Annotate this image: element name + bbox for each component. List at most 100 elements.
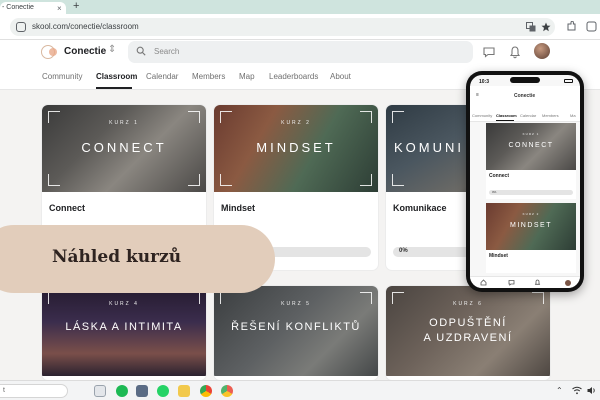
folder-icon[interactable] [178,385,190,397]
phone-active-tab-indicator [496,120,514,121]
tab-community[interactable]: Community [42,72,82,81]
home-icon[interactable] [480,279,487,286]
course-title: Komunikace [393,203,447,213]
course-cover-title: LÁSKA A INTIMITA [65,321,183,333]
phone-screen: 10:3 ≡ Conectie Community Classroom Cale… [470,75,580,288]
star-icon[interactable] [541,22,551,32]
course-cover-title: ODPUŠTĚNÍ [429,317,507,329]
phone-tab-classroom[interactable]: Classroom [496,113,517,118]
course-cover-subtitle: A UZDRAVENÍ [423,332,513,344]
group-logo[interactable] [40,44,60,60]
search-icon [136,46,146,56]
course-cover: KURZ 1 CONNECT [42,105,206,192]
profile-icon[interactable] [586,21,597,32]
taskbar-search-text: t [3,387,5,394]
tab-classroom[interactable]: Classroom [96,72,137,81]
phone-mockup: 10:3 ≡ Conectie Community Classroom Cale… [466,71,584,292]
course-title: Mindset [221,203,256,213]
course-card-laska[interactable]: KURZ 4 LÁSKA A INTIMITA [42,286,206,380]
phone-tab-members[interactable]: Members [542,113,559,118]
phone-tab-calendar[interactable]: Calendar [520,113,536,118]
phone-course-number: KURZ 2 [522,212,540,216]
camera-icon[interactable] [136,385,148,397]
phone-course-cover-title: MINDSET [510,222,552,229]
browser-tab[interactable]: - Conectie × [0,2,66,14]
phone-progress-label: 0% [492,190,497,194]
address-bar[interactable]: skool.com/conectie/classroom [10,18,555,36]
phone-course-number: KURZ 1 [522,132,540,136]
phone-header: ≡ Conectie Community Classroom Calendar … [470,86,580,122]
wifi-icon[interactable] [572,386,582,395]
translate-icon[interactable] [526,22,536,32]
new-tab-icon[interactable]: + [73,0,79,12]
course-cover-title: ŘEŠENÍ KONFLIKTŮ [231,321,361,333]
group-name[interactable]: Conectie [64,46,106,57]
course-cover: KURZ 5 ŘEŠENÍ KONFLIKTŮ [214,286,378,376]
whatsapp-icon[interactable] [157,385,169,397]
phone-course-cover-title: CONNECT [508,142,554,149]
phone-progress-bar: 0% [489,190,573,195]
taskbar: t ⌃ [0,380,600,400]
course-cover: KURZ 6 ODPUŠTĚNÍ A UZDRAVENÍ [386,286,550,376]
preview-label: Náhled kurzů [52,247,182,267]
site-info-icon[interactable] [16,22,26,32]
chat-icon[interactable] [482,45,496,59]
phone-notch [510,77,540,83]
phone-tab-map[interactable]: Ma [570,113,576,118]
tab-about[interactable]: About [330,72,351,81]
tab-calendar[interactable]: Calendar [146,72,178,81]
phone-course-card-connect[interactable]: KURZ 1 CONNECT Connect 0% [486,123,576,199]
tab-members[interactable]: Members [192,72,225,81]
spotify-icon[interactable] [116,385,128,397]
cover-frame-corner [188,174,200,186]
taskbar-search[interactable]: t [0,384,68,398]
chrome-icon[interactable] [200,385,212,397]
course-cover: KURZ 2 MINDSET [214,105,378,192]
browser-toolbar: skool.com/conectie/classroom [0,14,600,40]
course-number: KURZ 6 [453,301,483,307]
search-input[interactable]: Search [128,41,473,63]
course-title: Connect [49,203,85,213]
phone-avatar[interactable] [565,280,571,286]
course-number: KURZ 2 [281,120,311,126]
battery-icon [564,79,573,83]
course-card-odpusteni[interactable]: KURZ 6 ODPUŠTĚNÍ A UZDRAVENÍ [386,286,550,380]
logo-dot [49,48,57,56]
url-text: skool.com/conectie/classroom [32,22,139,31]
phone-course-cover: KURZ 1 CONNECT [486,123,576,170]
tab-title: - Conectie [2,4,34,11]
search-placeholder: Search [154,47,180,56]
extensions-icon[interactable] [566,21,577,32]
course-cover: KURZ 4 LÁSKA A INTIMITA [42,286,206,376]
cover-frame-corner [48,174,60,186]
avatar[interactable] [534,43,550,59]
cover-frame-corner [392,111,404,123]
phone-tab-community[interactable]: Community [472,113,492,118]
phone-group-name[interactable]: Conectie [514,93,535,99]
progress-label: 0% [399,248,408,254]
menu-icon[interactable]: ≡ [476,92,479,98]
phone-bell-icon[interactable] [534,279,541,286]
tab-map[interactable]: Map [239,72,255,81]
phone-chat-icon[interactable] [508,279,515,286]
cover-frame-corner [220,174,232,186]
chevron-up-icon[interactable]: ⌃ [556,386,563,395]
phone-course-card-mindset[interactable]: KURZ 2 MINDSET Mindset [486,203,576,273]
course-number: KURZ 5 [281,301,311,307]
phone-course-title: Mindset [489,253,508,259]
group-switcher-icon[interactable]: ⇕ [108,44,116,55]
close-tab-icon[interactable]: × [57,4,62,13]
chrome-dev-icon[interactable] [221,385,233,397]
course-cover-title: MINDSET [256,140,336,155]
active-tab-indicator [96,87,132,89]
bell-icon[interactable] [508,45,522,59]
files-icon[interactable] [94,385,106,397]
tab-leaderboards[interactable]: Leaderboards [269,72,318,81]
course-cover-title: CONNECT [81,140,167,155]
course-card-reseni[interactable]: KURZ 5 ŘEŠENÍ KONFLIKTŮ [214,286,378,380]
volume-icon[interactable] [587,386,597,395]
course-number: KURZ 4 [109,301,139,307]
phone-clock: 10:3 [479,79,490,85]
course-number: KURZ 1 [109,120,139,126]
phone-bottom-nav [470,276,580,288]
